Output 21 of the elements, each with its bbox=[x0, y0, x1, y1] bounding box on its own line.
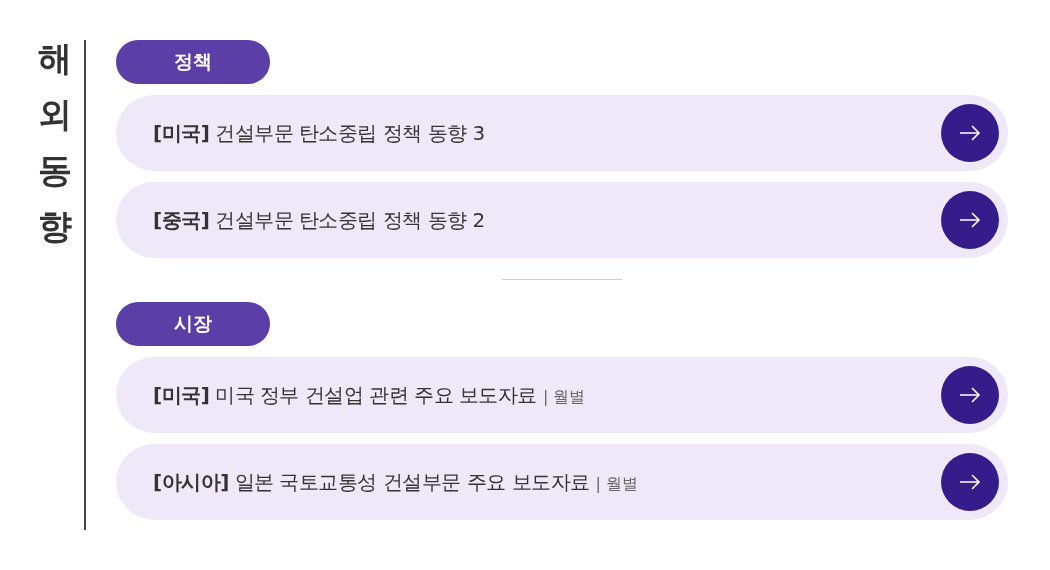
item-title: [미국] 미국 정부 건설업 관련 주요 보도자료 bbox=[153, 381, 537, 409]
arrow-button[interactable] bbox=[941, 191, 999, 249]
arrow-button[interactable] bbox=[941, 366, 999, 424]
section-title: 해외동향 bbox=[38, 37, 72, 249]
category-label: 정책 bbox=[116, 40, 270, 84]
category-label: 시장 bbox=[116, 302, 270, 346]
item-note: | 월별 bbox=[542, 386, 586, 408]
arrow-right-icon bbox=[959, 387, 981, 403]
list-item[interactable]: [미국] 건설부문 탄소중립 정책 동향 3 bbox=[116, 95, 1008, 171]
item-title: [중국] 건설부문 탄소중립 정책 동향 2 bbox=[153, 206, 485, 234]
item-note: | 월별 bbox=[595, 473, 639, 495]
list-item[interactable]: [미국] 미국 정부 건설업 관련 주요 보도자료 | 월별 bbox=[116, 357, 1008, 433]
list-item[interactable]: [중국] 건설부문 탄소중립 정책 동향 2 bbox=[116, 182, 1008, 258]
item-title: [미국] 건설부문 탄소중립 정책 동향 3 bbox=[153, 119, 485, 147]
arrow-right-icon bbox=[959, 125, 981, 141]
arrow-right-icon bbox=[959, 212, 981, 228]
arrow-button[interactable] bbox=[941, 104, 999, 162]
arrow-right-icon bbox=[959, 474, 981, 490]
item-title: [아시아] 일본 국토교통성 건설부문 주요 보도자료 bbox=[153, 468, 590, 496]
list-item[interactable]: [아시아] 일본 국토교통성 건설부문 주요 보도자료 | 월별 bbox=[116, 444, 1008, 520]
arrow-button[interactable] bbox=[941, 453, 999, 511]
